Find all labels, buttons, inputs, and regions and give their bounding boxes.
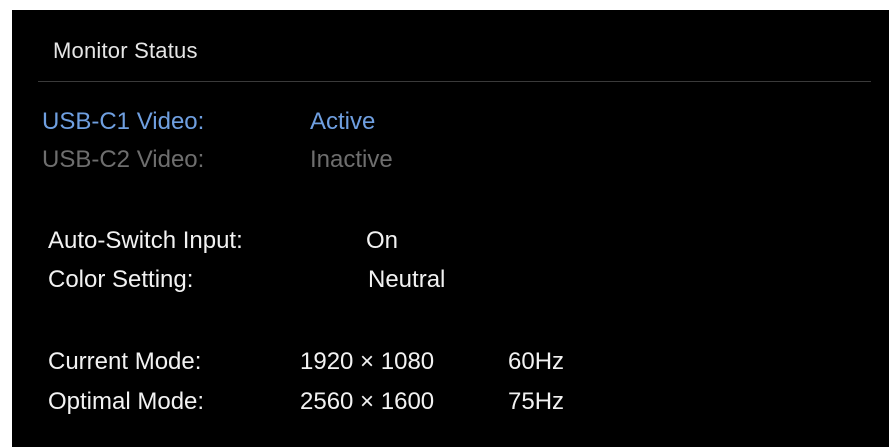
color-setting-row: Color Setting: Neutral [48, 266, 508, 296]
usb-c1-video-status: Active [310, 108, 376, 135]
optimal-mode-resolution: 2560 × 1600 [300, 388, 435, 415]
panel-title: Monitor Status [53, 38, 198, 63]
auto-switch-input-row: Auto-Switch Input: On [48, 227, 508, 257]
usb-c2-video-status: Inactive [310, 146, 393, 173]
current-mode-refresh: 60Hz [508, 348, 565, 375]
current-mode-label: Current Mode: [48, 348, 202, 375]
optimal-mode-refresh: 75Hz [508, 388, 565, 415]
usb-c2-video-label: USB-C2 Video: [42, 146, 205, 173]
title-divider [38, 81, 871, 82]
optimal-mode-row: Optimal Mode: 2560 × 1600 75Hz [48, 388, 608, 418]
color-setting-value: Neutral [368, 266, 446, 293]
current-mode-resolution: 1920 × 1080 [300, 348, 435, 375]
usb-c1-video-label: USB-C1 Video: [42, 108, 205, 135]
usb-c1-video-row: USB-C1 Video: Active [42, 108, 462, 138]
usb-c2-video-row: USB-C2 Video: Inactive [42, 146, 462, 176]
auto-switch-input-value: On [366, 227, 399, 254]
color-setting-label: Color Setting: [48, 266, 194, 293]
auto-switch-input-label: Auto-Switch Input: [48, 227, 243, 254]
monitor-status-panel: Monitor Status USB-C1 Video: Active USB-… [12, 10, 889, 447]
current-mode-row: Current Mode: 1920 × 1080 60Hz [48, 348, 608, 378]
optimal-mode-label: Optimal Mode: [48, 388, 205, 415]
